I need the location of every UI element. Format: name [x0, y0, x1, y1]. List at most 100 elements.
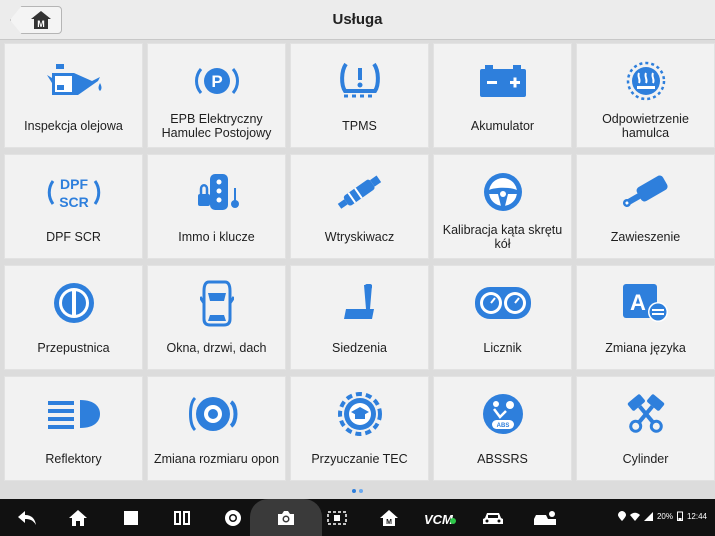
back-button[interactable] [12, 499, 42, 536]
service-tile[interactable]: Wtryskiwacz [290, 154, 429, 259]
recent-apps-button[interactable] [116, 499, 146, 536]
service-tile-label: Zmiana języka [605, 341, 686, 355]
svg-text:M: M [386, 519, 392, 526]
headlight-icon [5, 391, 142, 437]
clock: 12:44 [686, 511, 707, 521]
screen-record-icon [327, 510, 347, 525]
cylinder-icon [577, 391, 714, 437]
service-tile-label: Immo i klucze [178, 230, 255, 244]
camera-icon [278, 510, 294, 525]
page-title: Usługa [332, 11, 383, 28]
battery-icon [434, 58, 571, 104]
service-tile-label: ABSSRS [477, 452, 528, 466]
system-navbar: M VCM 20% 12:44 [0, 499, 715, 536]
service-tile[interactable]: Zmiana rozmiaru opon [147, 376, 286, 481]
service-tile[interactable]: Immo i klucze [147, 154, 286, 259]
service-tile[interactable]: Reflektory [4, 376, 143, 481]
steering-wheel-icon [434, 169, 571, 215]
service-tile-label: Inspekcja olejowa [24, 119, 123, 133]
vehicle-button[interactable] [478, 499, 508, 536]
service-tile[interactable]: Odpowietrzenie hamulca [576, 43, 715, 148]
browser-button[interactable] [218, 499, 248, 536]
svg-text:P: P [211, 72, 222, 91]
vcm-icon: VCM [424, 512, 456, 527]
odometer-icon [434, 280, 571, 326]
service-tile-label: Wtryskiwacz [324, 230, 395, 244]
service-tile[interactable]: Siedzenia [290, 265, 429, 370]
service-tile-label: Licznik [483, 341, 522, 355]
service-tile-label: Przyuczanie TEC [311, 452, 408, 466]
svg-text:SCR: SCR [59, 194, 89, 210]
service-tile-label: Kalibracja kąta skrętu kół [442, 223, 563, 251]
remote-service-button[interactable] [530, 499, 560, 536]
car-person-icon [534, 510, 556, 525]
car-top-view-icon [148, 280, 285, 327]
autel-home-icon: M [380, 509, 398, 526]
service-tile-label: Akumulator [470, 119, 535, 133]
service-tile-label: Reflektory [45, 452, 102, 466]
screenshot-button[interactable] [250, 499, 322, 536]
wifi-icon [629, 512, 640, 521]
page-indicator [352, 489, 366, 494]
service-tile[interactable]: TPMS [290, 43, 429, 148]
language-icon: A [577, 280, 714, 326]
back-arrow-icon [18, 510, 36, 525]
signal-icon [643, 511, 653, 521]
service-tile-label: Zawieszenie [610, 230, 681, 244]
chrome-icon [225, 509, 241, 526]
service-tile-label: Cylinder [622, 452, 669, 466]
svg-text:DPF: DPF [60, 176, 88, 192]
service-tile-label: Odpowietrzenie hamulca [602, 112, 689, 140]
service-tile[interactable]: Licznik [433, 265, 572, 370]
suspension-icon [577, 169, 714, 215]
brake-bleed-icon [577, 58, 714, 104]
service-tile[interactable]: Akumulator [433, 43, 572, 148]
status-area: 20% 12:44 [617, 511, 707, 521]
service-tile[interactable]: Inspekcja olejowa [4, 43, 143, 148]
service-tile[interactable]: Kalibracja kąta skrętu kół [433, 154, 572, 259]
dpf-scr-icon: DPF SCR [5, 169, 142, 215]
battery-percentage: 20% [656, 511, 673, 521]
oil-can-icon [5, 58, 142, 104]
service-tile[interactable]: Cylinder [576, 376, 715, 481]
service-tile[interactable]: DPF SCR DPF SCR [4, 154, 143, 259]
service-tile[interactable]: Przepustnica [4, 265, 143, 370]
tire-pressure-icon [291, 58, 428, 104]
house-icon [69, 509, 87, 526]
immo-keys-icon [148, 169, 285, 215]
seat-icon [291, 280, 428, 326]
home-nav-button[interactable] [63, 499, 93, 536]
location-icon [617, 511, 626, 521]
service-tile-label: Zmiana rozmiaru opon [153, 452, 280, 466]
car-icon [483, 512, 503, 524]
page-dot [359, 489, 363, 493]
service-tile[interactable]: P EPB Elektryczny Hamulec Postojowy [147, 43, 286, 148]
abs-srs-icon: ABS [434, 391, 571, 437]
service-tile-label: TPMS [342, 119, 377, 133]
service-tile[interactable]: Przyuczanie TEC [290, 376, 429, 481]
tire-size-icon [148, 391, 285, 437]
service-tile[interactable]: A Zmiana języka [576, 265, 715, 370]
service-tile-label: Okna, drzwi, dach [166, 341, 267, 355]
service-tile-label: Siedzenia [332, 341, 387, 355]
svg-text:A: A [630, 290, 646, 315]
split-screen-button[interactable] [167, 499, 197, 536]
vcm-label: VCM [424, 512, 454, 527]
autel-home-button[interactable]: M [374, 499, 404, 536]
service-tile-label: EPB Elektryczny Hamulec Postojowy [161, 112, 272, 140]
service-tile-label: Przepustnica [37, 341, 110, 355]
service-tile[interactable]: ABS ABSSRS [433, 376, 572, 481]
service-tile[interactable]: Zawieszenie [576, 154, 715, 259]
tec-learning-icon [291, 391, 428, 437]
parking-brake-icon: P [148, 58, 285, 104]
throttle-icon [5, 280, 142, 326]
screen-record-button[interactable] [322, 499, 352, 536]
service-tile[interactable]: Okna, drzwi, dach [147, 265, 286, 370]
injector-icon [291, 169, 428, 215]
title-bar: M Usługa [0, 0, 715, 40]
page-dot-active [352, 489, 356, 493]
vcm-button[interactable]: VCM [420, 499, 460, 536]
service-tile-label: DPF SCR [46, 230, 101, 244]
battery-icon [676, 511, 683, 521]
recents-icon [124, 510, 138, 525]
